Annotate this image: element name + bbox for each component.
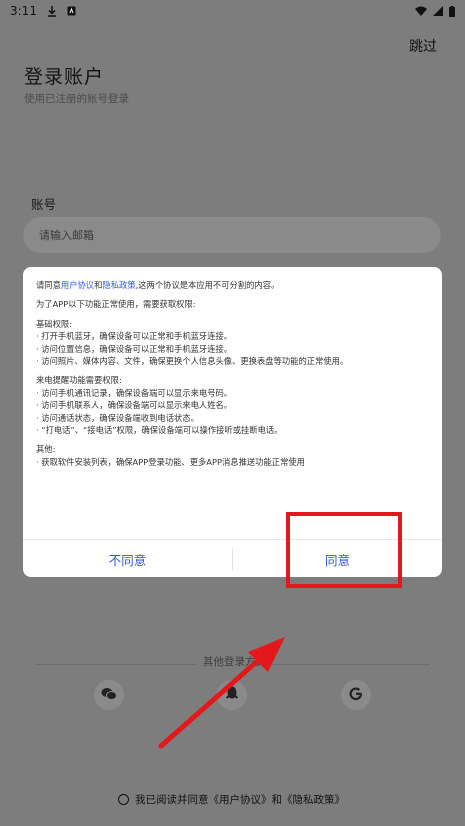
call-permission-item: · 访问通话状态，确保设备端收到电话状态。	[36, 412, 199, 423]
account-input[interactable]: 请输入邮箱	[23, 217, 441, 253]
disagree-button[interactable]: 不同意	[23, 540, 232, 578]
page-subtitle: 使用已注册的账号登录	[24, 93, 129, 105]
google-login-button[interactable]	[341, 680, 371, 710]
basic-permission-item: · 打开手机蓝牙，确保设备可以正常和手机蓝牙连接。	[36, 331, 233, 342]
user-agreement-link[interactable]: 用户协议	[61, 280, 94, 290]
agreement-row[interactable]: 我已阅读并同意《用户协议》和《隐私政策》	[118, 792, 345, 807]
download-icon	[47, 5, 57, 17]
call-permission-item: · 访问手机通讯记录，确保设备端可以显示来电号码。	[36, 387, 233, 398]
dialog-body: 请同意用户协议和隐私政策,这两个协议是本应用不可分割的内容。 为了APP以下功能…	[36, 279, 428, 468]
basic-permission-item: · 访问位置信息，确保设备可以正常和手机蓝牙连接。	[36, 343, 233, 354]
status-right	[415, 5, 455, 17]
basic-permission-item: · 访问照片、媒体内容、文件，确保更换个人信息头像、更换表盘等功能的正常使用。	[36, 356, 349, 367]
call-permissions-title: 来电提醒功能需要权限:	[36, 375, 122, 386]
agreement-text: 我已阅读并同意《用户协议》和《隐私政策》	[135, 794, 345, 806]
account-label: 账号	[31, 197, 57, 212]
dialog-intro-post: ,这两个协议是本应用不可分割的内容。	[135, 280, 280, 290]
privacy-policy-link[interactable]: 隐私政策	[102, 280, 135, 290]
qq-icon	[225, 686, 239, 705]
status-time: 3:11	[10, 4, 37, 18]
call-permission-item: · 访问手机联系人，确保设备端可以显示来电人姓名。	[36, 400, 233, 411]
skip-button[interactable]: 跳过	[409, 36, 437, 56]
battery-icon	[449, 5, 455, 17]
agreement-radio[interactable]	[118, 794, 129, 805]
dialog-intro: 请同意用户协议和隐私政策,这两个协议是本应用不可分割的内容。	[36, 279, 428, 291]
divider-left	[36, 664, 196, 665]
wifi-icon	[415, 6, 427, 16]
wechat-login-button[interactable]	[94, 680, 124, 710]
divider-right	[270, 664, 430, 665]
signal-icon	[433, 6, 443, 16]
status-left: 3:11	[10, 4, 76, 18]
qq-login-button[interactable]	[217, 680, 247, 710]
call-permission-item: · “打电话”、“接电话”权限，确保设备端可以操作接听或挂断电话。	[36, 425, 283, 436]
google-icon	[349, 686, 363, 705]
permissions-intro: 为了APP以下功能正常使用，需要获取权限:	[36, 299, 196, 310]
wechat-icon	[101, 686, 117, 705]
other-permissions-title: 其他:	[36, 444, 56, 455]
other-login-label: 其他登录方式	[199, 654, 270, 669]
agree-highlight-box	[286, 512, 402, 588]
other-permission-item: · 获取软件安装列表，确保APP登录功能、更多APP消息推送功能正常使用	[36, 456, 305, 467]
dialog-intro-pre: 请同意	[36, 280, 61, 290]
page-title: 登录账户	[24, 66, 105, 88]
basic-permissions-title: 基础权限:	[36, 318, 72, 329]
sim-icon	[67, 6, 76, 16]
status-bar: 3:11	[0, 0, 465, 22]
